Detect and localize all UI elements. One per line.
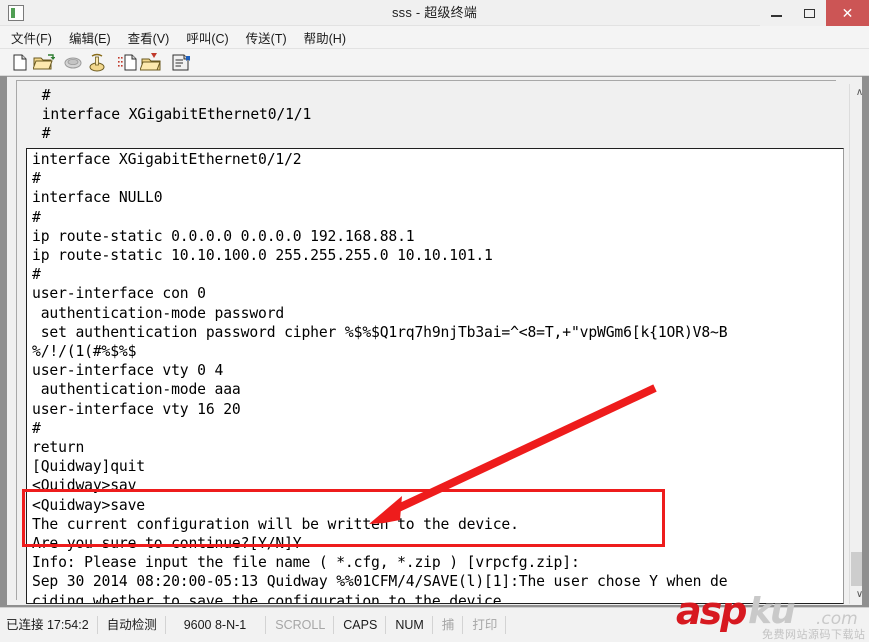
open-folder-icon[interactable] bbox=[33, 53, 55, 72]
status-serial-settings: 9600 8-N-1 bbox=[166, 614, 267, 636]
menu-call[interactable]: 呼叫(C) bbox=[186, 28, 228, 47]
maximize-icon bbox=[804, 9, 815, 18]
terminal-surface[interactable]: # interface XGigabitEthernet0/1/1 # inte… bbox=[16, 80, 862, 604]
terminal-line: # bbox=[32, 419, 41, 437]
terminal-line: interface XGigabitEthernet0/1/1 bbox=[33, 106, 312, 124]
status-print: 打印 bbox=[463, 614, 507, 636]
window-title: sss - 超级终端 bbox=[391, 5, 478, 20]
disconnect-phone-icon bbox=[63, 53, 83, 72]
send-file-icon[interactable] bbox=[117, 53, 137, 72]
terminal-output-panel[interactable]: interface XGigabitEthernet0/1/2 # interf… bbox=[26, 148, 844, 604]
status-detect: 自动检测 bbox=[98, 614, 166, 636]
terminal-line: interface NULL0 bbox=[32, 189, 163, 207]
terminal-line: # bbox=[32, 266, 41, 284]
terminal-scrollback-top: # interface XGigabitEthernet0/1/1 # bbox=[33, 86, 833, 144]
menu-file[interactable]: 文件(F) bbox=[11, 28, 52, 47]
minimize-button[interactable] bbox=[760, 0, 793, 26]
status-caps: CAPS bbox=[334, 614, 387, 636]
status-num: NUM bbox=[386, 614, 434, 636]
terminal-line: [Quidway]quit bbox=[32, 458, 146, 476]
terminal-line: set authentication password cipher %$%$Q… bbox=[32, 323, 728, 341]
scrollbar-track[interactable] bbox=[850, 102, 862, 586]
terminal-line: ip route-static 0.0.0.0 0.0.0.0 192.168.… bbox=[32, 227, 415, 245]
properties-icon[interactable] bbox=[170, 53, 190, 72]
status-capture: 捕 bbox=[433, 614, 464, 636]
terminal-line: user-interface con 0 bbox=[32, 285, 206, 303]
menu-bar: 文件(F) 编辑(E) 查看(V) 呼叫(C) 传送(T) 帮助(H) bbox=[0, 26, 869, 49]
menu-transfer[interactable]: 传送(T) bbox=[246, 28, 287, 47]
terminal-line: authentication-mode password bbox=[32, 304, 285, 322]
window-frame-left bbox=[0, 76, 7, 605]
terminal-line: <Quidway>save bbox=[32, 496, 146, 514]
scrollbar-thumb[interactable] bbox=[851, 552, 862, 586]
maximize-button[interactable] bbox=[793, 0, 826, 26]
close-icon: ✕ bbox=[841, 5, 854, 21]
terminal-line: Sep 30 2014 08:20:00-05:13 Quidway %%01C… bbox=[32, 573, 728, 591]
terminal-line: user-interface vty 16 20 bbox=[32, 400, 241, 418]
terminal-line-highlighted: The current configuration will be writte… bbox=[32, 515, 519, 533]
terminal-line: user-interface vty 0 4 bbox=[32, 362, 224, 380]
terminal-output-lines: interface XGigabitEthernet0/1/2 # interf… bbox=[32, 150, 843, 604]
status-bar: 已连接 17:54:2 自动检测 9600 8-N-1 SCROLL CAPS … bbox=[0, 607, 869, 642]
window-frame-right bbox=[862, 76, 869, 605]
terminal-client-area: # interface XGigabitEthernet0/1/1 # inte… bbox=[7, 76, 862, 605]
window-controls: ✕ bbox=[760, 0, 869, 26]
call-phone-icon[interactable] bbox=[87, 53, 107, 72]
terminal-line: return bbox=[32, 439, 85, 457]
minimize-icon bbox=[771, 15, 782, 17]
receive-file-icon[interactable] bbox=[140, 53, 161, 72]
terminal-line: authentication-mode aaa bbox=[32, 381, 241, 399]
menu-help[interactable]: 帮助(H) bbox=[304, 28, 346, 47]
scroll-down-icon[interactable]: ∨ bbox=[850, 586, 862, 604]
terminal-line-last: ciding whether to save the configuration… bbox=[32, 592, 843, 604]
terminal-line: Info: Please input the file name ( *.cfg… bbox=[32, 554, 580, 572]
status-scroll: SCROLL bbox=[266, 614, 335, 636]
terminal-line: # bbox=[33, 125, 51, 143]
menu-view[interactable]: 查看(V) bbox=[128, 28, 170, 47]
scroll-up-icon[interactable]: ∧ bbox=[850, 84, 862, 102]
terminal-line: %/!/(1(#%$%$ bbox=[32, 343, 137, 361]
terminal-line: <Quidway>sav bbox=[32, 477, 137, 495]
terminal-line: # bbox=[32, 208, 41, 226]
close-button[interactable]: ✕ bbox=[826, 0, 869, 26]
terminal-line-highlighted: Are you sure to continue?[Y/N]Y bbox=[32, 535, 302, 553]
terminal-line-text: ciding whether to save the configuration… bbox=[32, 592, 511, 604]
terminal-line: interface XGigabitEthernet0/1/2 bbox=[32, 151, 302, 168]
terminal-line: # bbox=[33, 87, 51, 104]
status-connection: 已连接 17:54:2 bbox=[0, 614, 98, 636]
terminal-scrollbar[interactable]: ∧ ∨ bbox=[849, 84, 862, 604]
terminal-line: # bbox=[32, 170, 41, 188]
new-connection-icon[interactable] bbox=[10, 53, 30, 72]
hyperterminal-window: sss - 超级终端 ✕ 文件(F) 编辑(E) 查看(V) 呼叫(C) 传送(… bbox=[0, 0, 869, 642]
toolbar bbox=[0, 49, 869, 76]
title-bar: sss - 超级终端 ✕ bbox=[0, 0, 869, 26]
terminal-line: ip route-static 10.10.100.0 255.255.255.… bbox=[32, 247, 493, 265]
menu-edit[interactable]: 编辑(E) bbox=[69, 28, 111, 47]
